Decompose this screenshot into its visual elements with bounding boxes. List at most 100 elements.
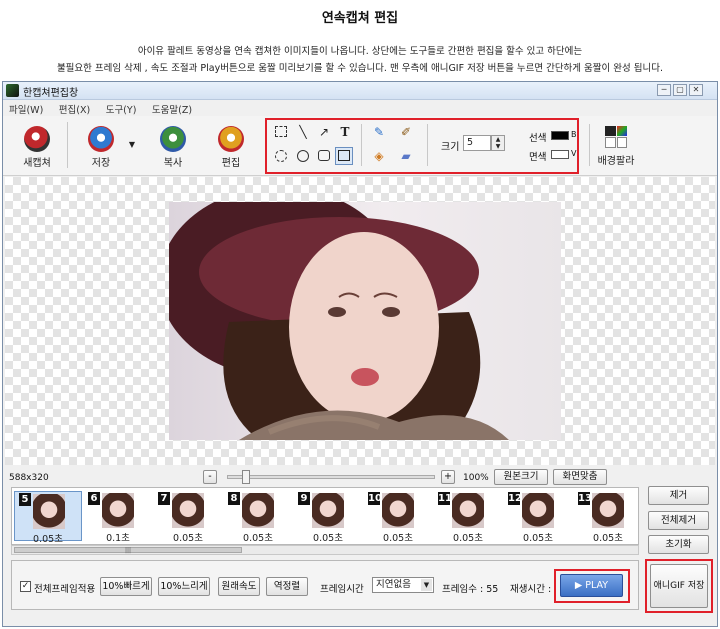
frame-duration: 0.1초 xyxy=(106,533,130,544)
capture-editor-window: 한캡쳐편집창 ─ ▢ ✕ 파일(W) 편집(X) 도구(Y) 도움말(Z) 새캡… xyxy=(2,81,718,627)
rectangle-tool-selected[interactable] xyxy=(335,147,353,165)
line-color-code: B xyxy=(571,130,577,139)
zoom-slider-track[interactable] xyxy=(227,470,435,484)
rectangle-icon xyxy=(338,150,350,161)
line-color-swatch[interactable] xyxy=(551,131,569,140)
frame-thumbnail[interactable]: 13 0.05초 xyxy=(574,491,642,544)
edit-label: 편집 xyxy=(221,158,241,169)
close-button[interactable]: ✕ xyxy=(689,84,703,96)
image-dimensions: 588x320 xyxy=(9,473,49,483)
line-icon[interactable]: ╲ xyxy=(295,124,311,140)
frame-image xyxy=(382,493,414,528)
original-speed-button[interactable]: 원래속도 xyxy=(218,577,260,596)
slower-button[interactable]: 10%느리게 xyxy=(158,577,210,596)
faster-button[interactable]: 10%빠르게 xyxy=(100,577,152,596)
fit-screen-button[interactable]: 화면맞춤 xyxy=(553,469,607,485)
frame-thumbnail[interactable]: 10 0.05초 xyxy=(364,491,432,544)
frame-image xyxy=(102,493,134,528)
description-line-1: 아이유 팔레트 동영상을 연속 캡쳐한 이미지들이 나옵니다. 상단에는 도구들… xyxy=(137,46,583,57)
play-button[interactable]: ▶ PLAY xyxy=(560,574,623,597)
save-dropdown-icon[interactable]: ▼ xyxy=(127,140,137,149)
fill-bucket-icon[interactable]: ◈ xyxy=(371,148,387,164)
save-label: 저장 xyxy=(91,158,111,169)
rounded-rect-icon[interactable] xyxy=(318,150,330,161)
minimize-button[interactable]: ─ xyxy=(657,84,671,96)
menu-help[interactable]: 도움말(Z) xyxy=(146,101,198,116)
frame-thumbnail[interactable]: 12 0.05초 xyxy=(504,491,572,544)
frame-image xyxy=(172,493,204,528)
frame-number: 7 xyxy=(158,492,170,505)
reset-button[interactable]: 초기화 xyxy=(648,535,709,554)
fill-color-label: 면색 xyxy=(529,152,547,163)
frame-number: 13 xyxy=(578,492,592,505)
frame-duration: 0.05초 xyxy=(593,533,623,544)
frame-thumbnail[interactable]: 7 0.05초 xyxy=(154,491,222,544)
ellipse-select-icon[interactable] xyxy=(275,150,287,162)
new-capture-button[interactable]: 새캡쳐 xyxy=(15,120,59,169)
edit-button[interactable]: 편집 xyxy=(209,120,253,169)
image-canvas[interactable] xyxy=(5,177,715,465)
save-button[interactable]: 저장 xyxy=(81,120,121,169)
toolbar-divider xyxy=(589,124,590,166)
background-palette-button[interactable]: 배경팔라 xyxy=(595,120,637,167)
frame-image xyxy=(592,493,624,528)
copy-button[interactable]: 복사 xyxy=(151,120,195,169)
zoom-out-button[interactable]: - xyxy=(203,470,217,484)
frame-number: 6 xyxy=(88,492,100,505)
remove-all-frames-button[interactable]: 전체제거 xyxy=(648,511,709,530)
palette-icon xyxy=(605,126,627,148)
toolbar-divider xyxy=(361,124,362,166)
pen-icon[interactable]: ✎ xyxy=(371,124,387,140)
page-header: 연속캡쳐 편집 아이유 팔레트 동영상을 연속 캡쳐한 이미지들이 나옵니다. … xyxy=(0,0,720,80)
size-input[interactable]: 5 xyxy=(463,135,491,151)
text-icon[interactable]: T xyxy=(337,124,353,140)
copy-icon xyxy=(160,126,186,152)
frame-duration: 0.05초 xyxy=(523,533,553,544)
frame-thumbnail[interactable]: 6 0.1초 xyxy=(84,491,152,544)
fill-color-swatch[interactable] xyxy=(551,150,569,159)
reverse-order-button[interactable]: 역정렬 xyxy=(266,577,308,596)
toolbar-divider xyxy=(427,124,428,166)
maximize-button[interactable]: ▢ xyxy=(673,84,687,96)
frame-time-select[interactable]: 지연없음 ▼ xyxy=(372,577,434,593)
frame-duration: 0.05초 xyxy=(453,533,483,544)
frame-thumbnail[interactable]: 11 0.05초 xyxy=(434,491,502,544)
frame-scroll-thumb[interactable]: ||| xyxy=(14,547,242,554)
save-icon xyxy=(88,126,114,152)
frame-number: 10 xyxy=(368,492,382,505)
new-capture-label: 새캡쳐 xyxy=(23,158,51,169)
frame-duration: 0.05초 xyxy=(313,533,343,544)
captured-frame-image xyxy=(169,202,561,440)
save-animated-gif-button[interactable]: 애니GIF 저장 xyxy=(650,564,708,608)
brush-icon[interactable]: ✐ xyxy=(398,124,414,140)
frame-time-label: 프레임시간 xyxy=(320,584,364,595)
apply-all-checkbox[interactable]: ✓ xyxy=(20,581,31,592)
frame-count: 프레임수 : 55 xyxy=(442,584,499,595)
original-size-button[interactable]: 원본크기 xyxy=(494,469,548,485)
frame-scrollbar[interactable]: ||| xyxy=(11,545,639,555)
apply-all-label: 전체프레임적용 xyxy=(34,584,96,595)
toolbar: 새캡쳐 저장 ▼ 복사 편집 ╲ ↗ T ✎ ✐ ◈ ▰ 크기 5 ▲ ▼ 선색… xyxy=(3,116,717,176)
frame-thumbnail[interactable]: 8 0.05초 xyxy=(224,491,292,544)
eraser-icon[interactable]: ▰ xyxy=(398,148,414,164)
chevron-down-icon: ▼ xyxy=(421,579,432,591)
frame-thumbnail[interactable]: 5 0.05초 xyxy=(14,491,82,545)
size-spinner[interactable]: ▲ ▼ xyxy=(491,135,505,151)
zoom-in-button[interactable]: + xyxy=(441,470,455,484)
portrait-photo xyxy=(169,202,509,440)
playback-controls: ✓ 전체프레임적용 10%빠르게 10%느리게 원래속도 역정렬 프레임시간 지… xyxy=(11,560,639,610)
copy-label: 복사 xyxy=(163,158,183,169)
remove-frame-button[interactable]: 제거 xyxy=(648,486,709,505)
app-icon xyxy=(6,84,19,97)
menu-file[interactable]: 파일(W) xyxy=(3,101,49,116)
frame-image xyxy=(522,493,554,528)
menu-edit[interactable]: 편집(X) xyxy=(53,101,96,116)
frame-duration: 0.05초 xyxy=(173,533,203,544)
rect-select-icon[interactable] xyxy=(275,126,287,137)
frame-thumbnail[interactable]: 9 0.05초 xyxy=(294,491,362,544)
arrow-icon[interactable]: ↗ xyxy=(316,124,332,140)
zoom-slider-thumb[interactable] xyxy=(242,470,250,484)
menu-tools[interactable]: 도구(Y) xyxy=(100,101,143,116)
ellipse-icon[interactable] xyxy=(297,150,309,162)
edit-icon xyxy=(218,126,244,152)
